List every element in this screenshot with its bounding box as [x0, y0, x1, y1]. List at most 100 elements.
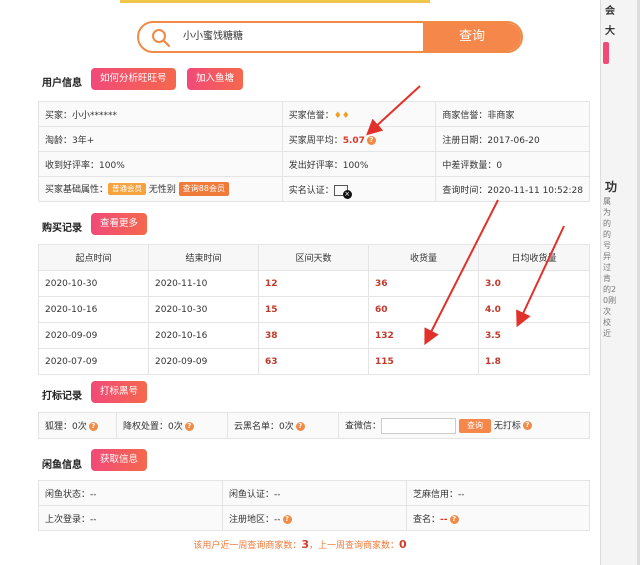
top-banner-strip [120, 0, 430, 3]
xianyu-status-value: -- [90, 489, 97, 500]
xianyu-auth-label: 闲鱼认证： [229, 489, 275, 500]
purchase-table: 起点时间 结束时间 区间天数 收货量 日均收货量 2020-10-30 2020… [38, 244, 590, 375]
days: 63 [258, 348, 369, 375]
help-icon[interactable]: ? [295, 422, 305, 431]
check-88-button[interactable]: 查询88会员 [178, 182, 229, 197]
vip-badge: 普通会员 [108, 183, 147, 196]
gender-value: 无性别 [148, 184, 176, 195]
weekly-avg-cell: 买家周平均：5.07? [281, 126, 437, 152]
register-date-cell: 注册日期：2017-06-20 [435, 126, 590, 152]
side-char-1: 会 [605, 6, 615, 17]
search-button[interactable]: 查询 [423, 23, 521, 51]
fox-value: 0次 [72, 422, 87, 432]
wechat-input[interactable] [381, 417, 457, 434]
start-time: 2020-09-09 [38, 322, 149, 349]
table-row: 上次登录：-- 注册地区：--? 查名：--? [38, 505, 590, 531]
end-time: 2020-09-09 [148, 348, 259, 375]
help-icon[interactable]: ? [366, 135, 376, 145]
received: 115 [368, 348, 479, 375]
buyer-credit-cell: 买家信誉：♦♦ [281, 101, 437, 127]
wechat-cell: 查微信： 查询 无打标? [338, 412, 590, 439]
realname-label: 实名认证： [288, 185, 334, 196]
mark-black-button[interactable]: 打标黑号 [91, 381, 148, 403]
seller-credit-cell: 商家信誉：非商家 [435, 101, 590, 127]
side-pink-button[interactable] [603, 42, 609, 64]
help-icon[interactable]: ? [449, 514, 459, 524]
xianyu-table: 闲鱼状态：-- 闲鱼认证：-- 芝麻信用：-- 上次登录：-- 注册地区：--?… [38, 480, 590, 531]
table-row: 2020-10-16 2020-10-30 15 60 4.0 [38, 296, 590, 323]
side-char-2: 大 [605, 26, 615, 37]
check-name-value: -- [440, 514, 448, 525]
get-info-button[interactable]: 获取信息 [91, 449, 148, 471]
weekly-avg-value: 5.07 [342, 135, 365, 146]
user-info-table: 买家：小小****** 买家信誉：♦♦ 商家信誉：非商家 淘龄：3年+ 买家周平… [38, 101, 590, 202]
right-side-panel: 会 大 功 属为的的号异过肯的20刚次校近 [600, 0, 640, 565]
last-login-label: 上次登录： [45, 514, 91, 525]
id-card-icon: × [333, 184, 352, 199]
received: 60 [368, 296, 479, 323]
received-rate-cell: 收到好评率：100% [38, 151, 283, 177]
register-date-value: 2017-06-20 [487, 135, 540, 146]
sent-rate-label: 发出好评率： [288, 160, 343, 171]
cloud-value: 0次 [279, 422, 294, 432]
join-pond-button[interactable]: 加入鱼塘 [187, 68, 244, 90]
buyer-credit-label: 买家信誉： [288, 110, 334, 121]
received-rate-value: 100% [99, 160, 125, 171]
col-days: 区间天数 [258, 244, 369, 271]
start-time: 2020-10-30 [38, 270, 149, 297]
seller-credit-label: 商家信誉： [442, 110, 488, 121]
col-daily-avg: 日均收货量 [478, 244, 590, 271]
main-panel: 小小蜜饯糖糖 查询 用户信息 如何分析旺旺号 加入鱼塘 买家：小小****** … [0, 0, 600, 565]
cloud-label: 云黑名单： [234, 422, 280, 432]
view-more-button[interactable]: 查看更多 [91, 213, 148, 235]
reg-region-value: -- [274, 514, 281, 525]
table-row: 狐狸：0次? 降权处置：0次? 云黑名单：0次? 查微信： 查询 无打标? [38, 412, 590, 439]
not-verified-icon: × [342, 189, 352, 199]
received: 36 [368, 270, 479, 297]
search-input[interactable]: 小小蜜饯糖糖 [183, 23, 413, 51]
stats-mid: ，上一周查询商家数： [309, 541, 400, 551]
buyer-value: 小小****** [72, 110, 118, 121]
mark-heading: 打标记录 [42, 391, 82, 402]
bad-review-label: 中差评数量： [442, 160, 497, 171]
help-icon[interactable]: ? [282, 514, 292, 524]
table-row: 买家基础属性： 普通会员 无性别 查询88会员 实名认证： × 查询时间：2020-… [38, 176, 590, 202]
bad-review-value: 0 [496, 160, 503, 171]
help-icon[interactable]: ? [522, 421, 532, 430]
purchase-heading: 购买记录 [42, 223, 82, 234]
weekly-avg-label: 买家周平均： [288, 135, 343, 146]
sesame-label: 芝麻信用： [413, 489, 459, 500]
help-icon[interactable]: ? [184, 422, 194, 431]
sesame-value: -- [458, 489, 465, 500]
analyze-wangwang-button[interactable]: 如何分析旺旺号 [91, 68, 176, 90]
mark-table: 狐狸：0次? 降权处置：0次? 云黑名单：0次? 查微信： 查询 无打标? [38, 412, 590, 439]
deprec-value: 0次 [168, 422, 183, 432]
query-time-value: 2020-11-11 10:52:28 [487, 185, 583, 196]
buyer-cell: 买家：小小****** [38, 101, 283, 127]
daily-avg: 3.5 [478, 322, 590, 349]
prev-week-count: 0 [399, 538, 407, 551]
no-mark-text: 无打标 [493, 421, 521, 431]
basic-attr-cell: 买家基础属性： 普通会员 无性别 查询88会员 [38, 176, 283, 202]
end-time: 2020-10-30 [148, 296, 259, 323]
bad-review-cell: 中差评数量：0 [435, 151, 590, 177]
xianyu-status-label: 闲鱼状态： [45, 489, 91, 500]
query-time-cell: 查询时间：2020-11-11 10:52:28 [435, 176, 590, 202]
table-row: 买家：小小****** 买家信誉：♦♦ 商家信誉：非商家 [38, 101, 590, 127]
table-row: 收到好评率：100% 发出好评率： 100% 中差评数量：0 [38, 151, 590, 177]
check-name-cell: 查名：--? [406, 505, 590, 531]
table-row: 闲鱼状态：-- 闲鱼认证：-- 芝麻信用：-- [38, 480, 590, 506]
start-time: 2020-10-16 [38, 296, 149, 323]
side-char-3: 功 [605, 180, 618, 194]
check-name-label: 查名： [413, 514, 441, 525]
last-login-cell: 上次登录：-- [38, 505, 223, 531]
week-count: 3 [301, 538, 309, 551]
wechat-query-button[interactable]: 查询 [459, 418, 492, 433]
stats-prefix: 该用户近一周查询商家数： [193, 541, 302, 551]
table-row: 2020-09-09 2020-10-16 38 132 3.5 [38, 322, 590, 349]
fox-label: 狐狸： [45, 422, 73, 432]
sesame-cell: 芝麻信用：-- [406, 480, 590, 506]
days: 38 [258, 322, 369, 349]
diamond-icon: ♦♦ [333, 110, 350, 121]
help-icon[interactable]: ? [88, 422, 98, 431]
